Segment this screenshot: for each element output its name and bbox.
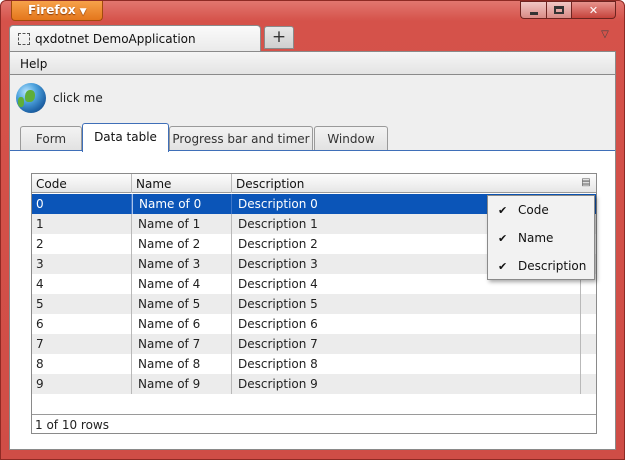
firefox-menu-button[interactable]: Firefox ▼: [11, 1, 103, 21]
column-visibility-menu: ✔ Code ✔ Name ✔ Description: [487, 195, 595, 280]
tab-window[interactable]: Window: [314, 126, 388, 151]
firefox-menu-label: Firefox: [28, 3, 76, 17]
cell-name: Name of 7: [132, 334, 232, 354]
cell-name: Name of 3: [132, 254, 232, 274]
table-row[interactable]: 5 Name of 5 Description 5: [32, 294, 596, 314]
cell-code: 1: [32, 214, 132, 234]
maximize-icon: [554, 6, 564, 14]
new-tab-button[interactable]: +: [264, 26, 294, 49]
tab-list-icon[interactable]: [598, 29, 612, 43]
globe-icon: [16, 83, 46, 113]
cell-spacer: [580, 314, 596, 334]
cell-description: Description 8: [238, 357, 318, 371]
table-row[interactable]: 9 Name of 9 Description 9: [32, 374, 596, 394]
cell-spacer: [580, 294, 596, 314]
cell-spacer: [580, 334, 596, 354]
click-me-label: click me: [53, 91, 103, 105]
column-menu-item-description[interactable]: ✔ Description: [488, 252, 594, 280]
cell-code: 7: [32, 334, 132, 354]
minimize-button[interactable]: [520, 1, 546, 19]
cell-code: 2: [32, 234, 132, 254]
cell-code: 6: [32, 314, 132, 334]
tab-progress-bar-and-timer[interactable]: Progress bar and timer: [169, 126, 313, 151]
checkmark-icon: ✔: [498, 204, 508, 217]
cell-name: Name of 1: [132, 214, 232, 234]
column-header-description[interactable]: Description: [232, 174, 576, 193]
menu-bar: Help: [9, 51, 616, 75]
column-header-code[interactable]: Code: [32, 174, 132, 193]
column-visibility-icon[interactable]: [576, 174, 596, 193]
maximize-button[interactable]: [546, 1, 572, 19]
cell-code: 5: [32, 294, 132, 314]
cell-description: Description 7: [238, 337, 318, 351]
cell-code: 3: [32, 254, 132, 274]
cell-spacer: [580, 354, 596, 374]
cell-description: Description 6: [238, 317, 318, 331]
cell-code: 9: [32, 374, 132, 394]
tab-form[interactable]: Form: [20, 126, 82, 151]
cell-code: 4: [32, 274, 132, 294]
column-menu-label: Name: [518, 231, 554, 245]
cell-name: Name of 9: [132, 374, 232, 394]
cell-name: Name of 2: [132, 234, 232, 254]
cell-name: Name of 5: [132, 294, 232, 314]
page-favicon-icon: [18, 33, 30, 45]
browser-tab[interactable]: qxdotnet DemoApplication: [9, 25, 261, 51]
cell-code: 0: [32, 194, 132, 214]
checkmark-icon: ✔: [498, 232, 508, 245]
cell-spacer: [580, 374, 596, 394]
column-menu-item-name[interactable]: ✔ Name: [488, 224, 594, 252]
dropdown-arrow-icon: ▼: [79, 7, 87, 17]
cell-description: Description 5: [238, 297, 318, 311]
close-window-button[interactable]: ✕: [572, 1, 616, 19]
cell-name: Name of 6: [132, 314, 232, 334]
column-menu-label: Code: [518, 203, 549, 217]
table-row[interactable]: 8 Name of 8 Description 8: [32, 354, 596, 374]
table-row[interactable]: 6 Name of 6 Description 6: [32, 314, 596, 334]
tab-data-table[interactable]: Data table: [82, 123, 169, 152]
column-header-name[interactable]: Name: [132, 174, 232, 193]
checkmark-icon: ✔: [498, 260, 508, 273]
cell-name: Name of 0: [132, 194, 232, 214]
cell-name: Name of 8: [132, 354, 232, 374]
browser-window: Firefox▼ ✕ qxdotnet DemoApplication + He…: [0, 0, 625, 460]
browser-tab-title: qxdotnet DemoApplication: [35, 32, 196, 46]
cell-code: 8: [32, 354, 132, 374]
column-menu-label: Description: [518, 259, 587, 273]
cell-description: Description 9: [238, 377, 318, 391]
close-icon: ✕: [588, 3, 599, 17]
table-row[interactable]: 7 Name of 7 Description 7: [32, 334, 596, 354]
window-controls: ✕: [520, 1, 616, 19]
column-menu-item-code[interactable]: ✔ Code: [488, 196, 594, 224]
table-header: Code Name Description: [32, 174, 596, 193]
browser-tab-strip: qxdotnet DemoApplication +: [9, 23, 616, 51]
menu-help[interactable]: Help: [20, 57, 47, 71]
cell-name: Name of 4: [132, 274, 232, 294]
table-status-bar: 1 of 10 rows: [32, 414, 596, 433]
click-me-button[interactable]: click me: [16, 83, 103, 113]
minimize-icon: [529, 11, 538, 15]
